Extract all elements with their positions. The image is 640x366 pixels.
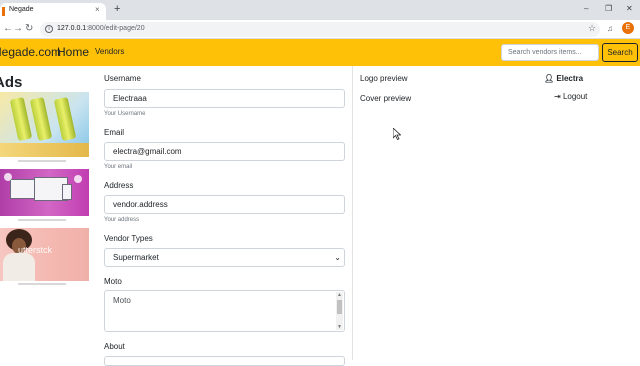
email-help: Your email: [104, 164, 133, 170]
close-window-button[interactable]: ✕: [626, 4, 633, 13]
scroll-up-icon[interactable]: ▲: [337, 292, 342, 298]
ad-splash: [0, 143, 89, 157]
cover-preview-label: Cover preview: [360, 94, 412, 103]
about-label: About: [104, 342, 125, 351]
brand-link[interactable]: Negade.com: [0, 45, 61, 59]
ad-banner-drinks[interactable]: [0, 92, 89, 157]
ad-caption: [18, 283, 66, 285]
nav-vendors-link[interactable]: Vendors: [95, 47, 124, 56]
mouse-cursor-icon: [393, 128, 401, 140]
browser-tab[interactable]: Negade ×: [0, 3, 106, 20]
restore-button[interactable]: ❐: [605, 4, 612, 13]
scrollbar-thumb[interactable]: [337, 300, 342, 314]
address-help: Your address: [104, 217, 140, 223]
about-textarea[interactable]: [104, 356, 345, 366]
ad-caption: [18, 219, 66, 221]
ad-banner-shutterstock[interactable]: utterstck: [0, 228, 89, 281]
site-navbar: Negade.com Home Vendors Search vendors i…: [0, 39, 640, 66]
drink-can-image: [53, 97, 77, 141]
ad-caption: [18, 160, 66, 162]
textarea-scrollbar[interactable]: ▲ ▼: [336, 292, 343, 330]
scroll-down-icon[interactable]: ▼: [337, 324, 342, 330]
minimize-button[interactable]: –: [584, 4, 588, 13]
url-text[interactable]: 127.0.0.1:8000/edit-page/20: [57, 25, 145, 32]
reload-button[interactable]: ↻: [25, 23, 33, 35]
user-menu[interactable]: 👤︎ Electra: [544, 74, 583, 83]
user-icon: 👤︎: [544, 74, 555, 83]
decor-dot: [74, 175, 82, 183]
chevron-down-icon: ⌄: [334, 253, 341, 262]
device-screen: [10, 179, 36, 199]
email-label: Email: [104, 128, 125, 137]
email-input[interactable]: electra@gmail.com: [104, 142, 345, 161]
user-name: Electra: [556, 74, 584, 83]
username-label: Username: [104, 74, 141, 83]
media-control-icon[interactable]: ♫: [607, 24, 613, 33]
logo-preview-label: Logo preview: [360, 74, 408, 83]
ads-heading: Ads: [0, 74, 23, 91]
new-tab-button[interactable]: +: [114, 4, 120, 15]
vendor-types-select[interactable]: Supermarket ⌄: [104, 248, 345, 267]
column-divider: [352, 66, 353, 360]
back-button[interactable]: ←: [3, 23, 13, 35]
sign-out-icon: ⇥: [554, 92, 561, 101]
tab-title: Negade: [9, 6, 34, 13]
moto-value: Moto: [113, 296, 131, 305]
device-screen: [62, 184, 72, 200]
browser-toolbar: ← → ↻ i 127.0.0.1:8000/edit-page/20 ☆: [0, 20, 640, 39]
address-input[interactable]: vendor.address: [104, 195, 345, 214]
logout-label: Logout: [562, 92, 588, 101]
search-input[interactable]: Search vendors items...: [501, 44, 599, 61]
profile-avatar[interactable]: E: [622, 22, 634, 34]
drink-can-image: [29, 97, 53, 141]
bookmark-star-icon[interactable]: ☆: [588, 23, 596, 34]
nav-home-link[interactable]: Home: [57, 45, 89, 59]
vendor-types-value: Supermarket: [113, 253, 159, 262]
person-body: [3, 253, 35, 281]
close-tab-icon[interactable]: ×: [95, 5, 100, 14]
vendor-types-label: Vendor Types: [104, 234, 153, 243]
drink-can-image: [9, 97, 33, 141]
moto-label: Moto: [104, 277, 122, 286]
watermark-text: utterstck: [18, 245, 53, 255]
ad-banner-devices[interactable]: [0, 169, 89, 216]
logout-link[interactable]: ⇥ Logout: [554, 92, 587, 101]
favicon-icon: [2, 7, 5, 16]
username-help: Your Username: [104, 111, 146, 117]
decor-dot: [4, 173, 12, 181]
username-input[interactable]: Electraaa: [104, 89, 345, 108]
moto-textarea[interactable]: Moto ▲ ▼: [104, 290, 345, 332]
address-label: Address: [104, 181, 134, 190]
forward-button[interactable]: →: [13, 23, 23, 35]
address-bar[interactable]: i 127.0.0.1:8000/edit-page/20 ☆: [40, 22, 600, 37]
browser-tab-strip: Negade × + – ❐ ✕: [0, 0, 640, 20]
info-icon[interactable]: i: [45, 25, 53, 33]
search-button[interactable]: Search: [602, 43, 638, 62]
